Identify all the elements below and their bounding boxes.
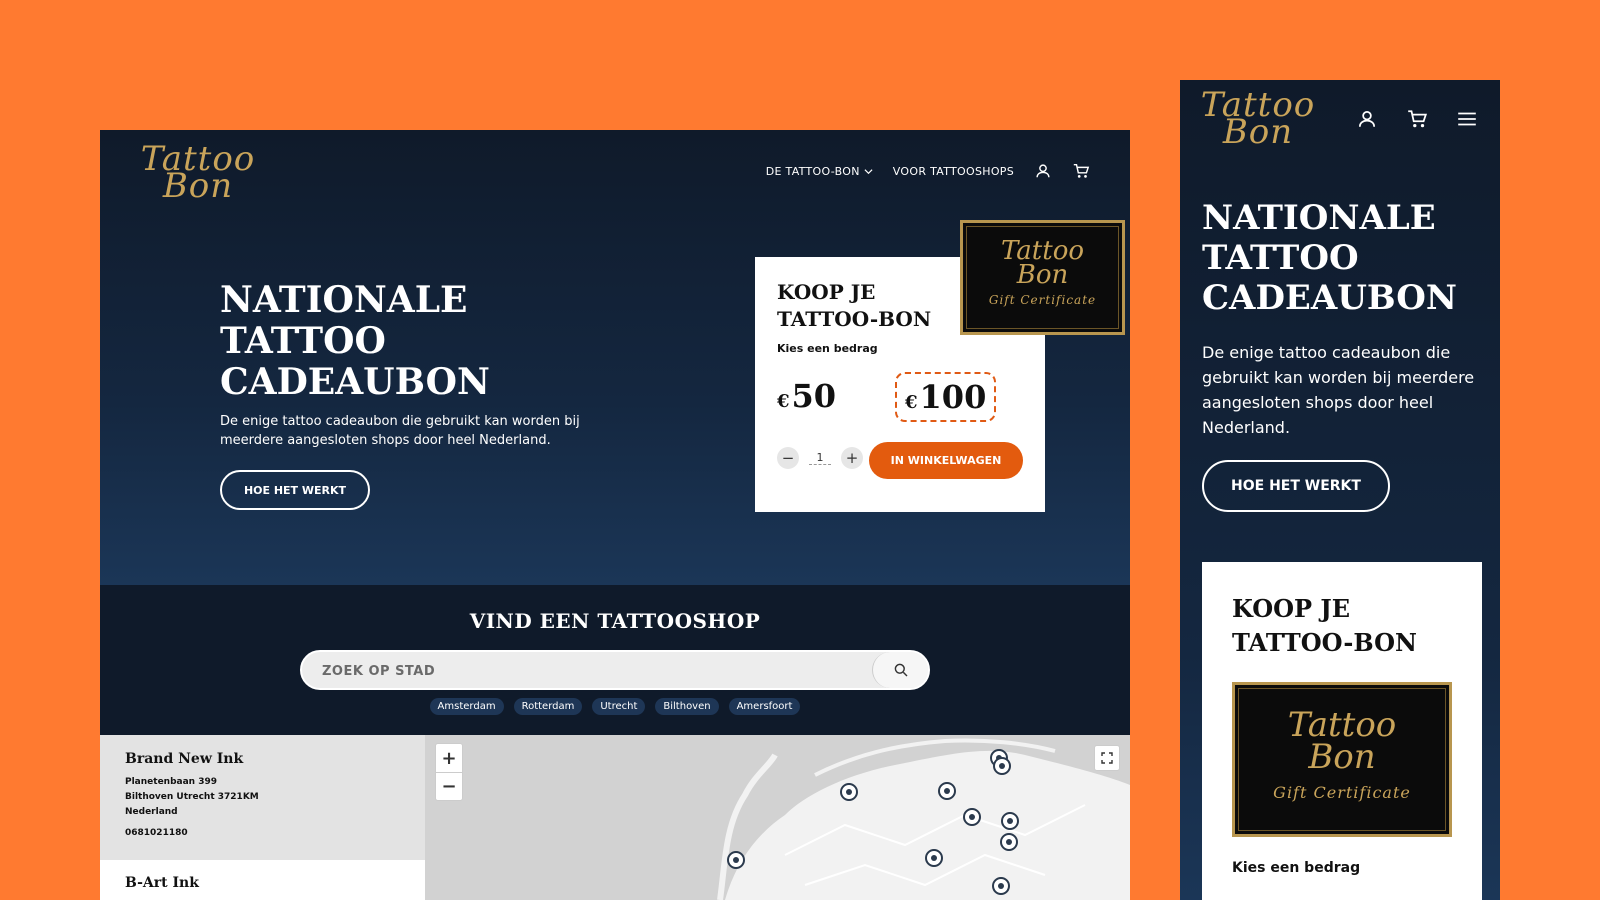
cart-icon[interactable] <box>1072 162 1090 180</box>
how-it-works-button[interactable]: HOE HET WERKT <box>1202 460 1390 512</box>
buy-card-title: KOOP JE TATTOO-BON <box>1232 594 1417 657</box>
add-to-cart-button[interactable]: IN WINKELWAGEN <box>869 442 1023 479</box>
shop-list-item[interactable]: Brand New Ink Planetenbaan 399 Bilthoven… <box>125 751 259 841</box>
logo[interactable]: Tattoo Bon <box>138 142 258 202</box>
decrease-button[interactable]: − <box>777 447 799 469</box>
hero-subtitle: De enige tattoo cadeaubon die gebruikt k… <box>1202 343 1475 437</box>
find-shop-title: VIND EEN TATTOOSHOP <box>469 609 761 633</box>
map-marker[interactable] <box>993 757 1011 775</box>
search-icon <box>894 663 908 677</box>
how-it-works-button[interactable]: HOE HET WERKT <box>220 470 370 510</box>
search-button[interactable] <box>872 652 928 688</box>
buy-card-title: KOOP JE TATTOO-BON <box>777 280 932 331</box>
map-land <box>425 735 1130 900</box>
map-marker[interactable] <box>938 782 956 800</box>
nav-item-tattoo-bon[interactable]: DE TATTOO-BON <box>766 165 873 178</box>
map-marker[interactable] <box>1001 812 1019 830</box>
quantity-stepper: − 1 + <box>777 447 863 469</box>
hero-title: NATIONALE TATTOO CADEAUBON <box>220 279 490 403</box>
cart-icon[interactable] <box>1406 108 1428 130</box>
zoom-control: + − <box>435 743 463 801</box>
shop-list: Brand New Ink Planetenbaan 399 Bilthoven… <box>100 735 425 900</box>
city-chip[interactable]: Bilthoven <box>655 698 719 715</box>
hero-section: Tattoo Bon DE TATTOO-BON VOOR TATTOOSHOP… <box>100 130 1130 585</box>
city-chip[interactable]: Amsterdam <box>429 698 504 715</box>
mobile-header-icons <box>1356 108 1478 130</box>
city-chip[interactable]: Utrecht <box>592 698 646 715</box>
amount-option-50[interactable]: €50 <box>777 377 836 415</box>
search-input[interactable] <box>322 661 842 681</box>
find-shop-section: VIND EEN TATTOOSHOP Amsterdam Rotterdam … <box>100 585 1130 735</box>
fullscreen-button[interactable] <box>1094 745 1120 771</box>
fullscreen-icon <box>1101 752 1113 764</box>
hero-title: NATIONALE TATTOO CADEAUBON <box>1202 198 1457 318</box>
chevron-down-icon <box>864 168 873 174</box>
gift-certificate-image: Tattoo Bon Gift Certificate <box>1232 682 1452 837</box>
choose-amount-label: Kies een bedrag <box>777 342 878 355</box>
zoom-in-button[interactable]: + <box>436 744 462 772</box>
mobile-mockup: Tattoo Bon NATIONALE TATTOO CADEAUBON De… <box>1180 80 1500 900</box>
main-nav: DE TATTOO-BON VOOR TATTOOSHOPS <box>766 162 1090 180</box>
hero-subtitle: De enige tattoo cadeaubon die gebruikt k… <box>220 414 580 448</box>
user-icon[interactable] <box>1356 108 1378 130</box>
map-marker[interactable] <box>1000 833 1018 851</box>
city-chips: Amsterdam Rotterdam Utrecht Bilthoven Am… <box>100 698 1130 715</box>
map[interactable]: + − <box>425 735 1130 900</box>
amount-option-100[interactable]: €100 <box>895 372 997 422</box>
map-marker[interactable] <box>840 783 858 801</box>
increase-button[interactable]: + <box>841 447 863 469</box>
map-marker[interactable] <box>992 877 1010 895</box>
gift-certificate-image: Tattoo Bon Gift Certificate <box>960 220 1125 335</box>
buy-card: KOOP JE TATTOO-BON Tattoo Bon Gift Certi… <box>1202 562 1482 900</box>
search-bar <box>300 650 930 690</box>
logo[interactable]: Tattoo Bon <box>1198 88 1318 148</box>
shop-list-item[interactable]: B-Art Ink <box>125 875 199 891</box>
quantity-field[interactable]: 1 <box>809 451 831 465</box>
city-chip[interactable]: Rotterdam <box>513 698 583 715</box>
user-icon[interactable] <box>1034 162 1052 180</box>
desktop-mockup: Tattoo Bon DE TATTOO-BON VOOR TATTOOSHOP… <box>100 130 1130 900</box>
map-marker[interactable] <box>963 808 981 826</box>
map-marker[interactable] <box>727 851 745 869</box>
map-marker[interactable] <box>925 849 943 867</box>
hamburger-menu-icon[interactable] <box>1456 108 1478 130</box>
zoom-out-button[interactable]: − <box>436 772 462 800</box>
city-chip[interactable]: Amersfoort <box>728 698 801 715</box>
nav-item-voor-tattooshops[interactable]: VOOR TATTOOSHOPS <box>893 165 1014 178</box>
choose-amount-label: Kies een bedrag <box>1232 860 1361 876</box>
